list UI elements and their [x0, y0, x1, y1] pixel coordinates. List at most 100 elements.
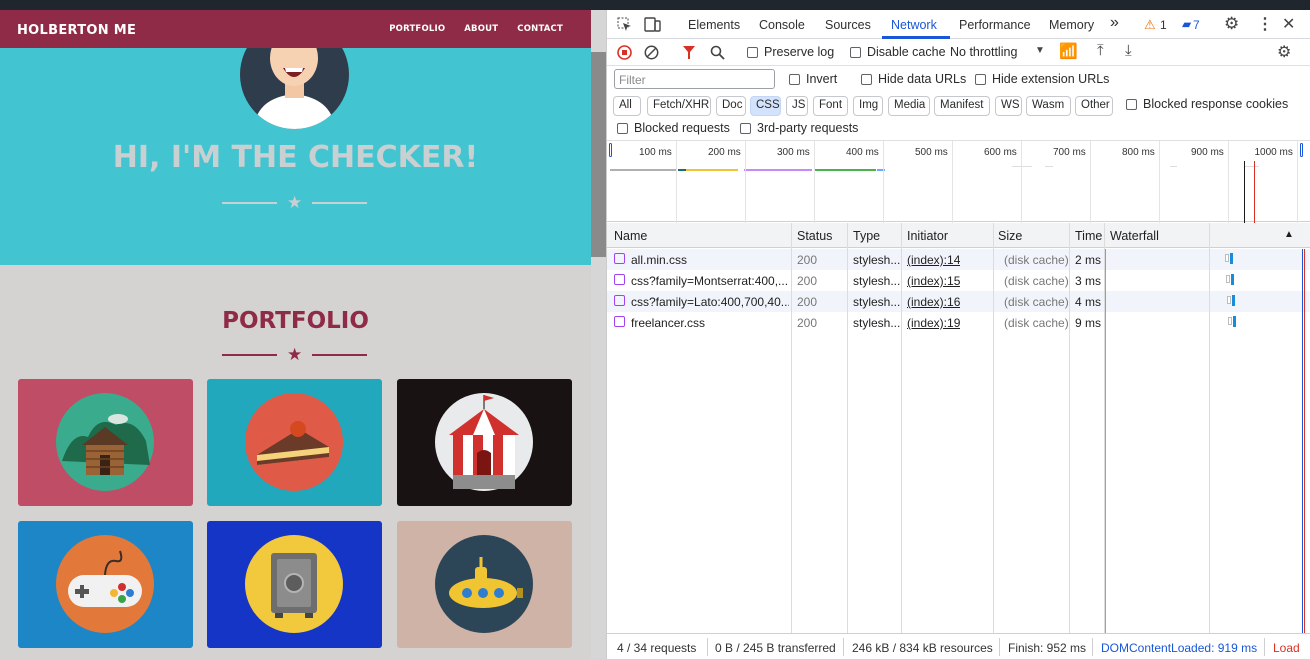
throttling-select[interactable]: No throttling [950, 45, 1017, 59]
message-count[interactable]: 7 [1193, 18, 1200, 32]
portfolio-item-game-controller[interactable] [18, 521, 193, 648]
close-devtools-icon[interactable]: ✕ [1282, 14, 1295, 34]
timeline-tick-label: 100 ms [639, 147, 672, 158]
kebab-menu-icon[interactable]: ⋮ [1257, 14, 1273, 34]
timeline-gridline [883, 141, 884, 223]
message-icon[interactable]: ▰ [1182, 17, 1191, 31]
hide-extension-urls-checkbox[interactable] [975, 73, 986, 87]
filter-chip-wasm[interactable]: Wasm [1026, 96, 1071, 116]
inspect-element-icon[interactable] [617, 17, 632, 32]
filter-chip-font[interactable]: Font [813, 96, 848, 116]
blocked-requests-checkbox[interactable] [617, 122, 628, 136]
nav-contact-link[interactable]: CONTACT [517, 24, 563, 34]
blocked-response-cookies-checkbox[interactable] [1126, 98, 1137, 112]
col-size[interactable]: Size [998, 229, 1022, 243]
request-initiator-link[interactable]: (index):15 [907, 274, 960, 288]
settings-gear-icon[interactable]: ⚙ [1224, 14, 1239, 34]
device-toolbar-icon[interactable] [644, 17, 661, 32]
filter-chip-js[interactable]: JS [786, 96, 808, 116]
timeline-gridline [1021, 141, 1022, 223]
chevron-down-icon[interactable]: ▼ [1035, 45, 1045, 56]
request-name[interactable]: freelancer.css [631, 316, 789, 330]
search-icon[interactable] [710, 45, 725, 60]
tab-memory[interactable]: Memory [1049, 18, 1094, 32]
clear-log-icon[interactable] [644, 45, 659, 60]
request-time: 9 ms [1075, 316, 1102, 330]
table-row[interactable]: css?family=Lato:400,700,40... 200 stylesh.… [607, 291, 1310, 312]
timeline-tick-label: 1000 ms [1254, 147, 1293, 158]
portfolio-item-cake[interactable] [207, 379, 382, 506]
dom-content-loaded-time: DOMContentLoaded: 919 ms [1101, 641, 1258, 655]
col-waterfall[interactable]: Waterfall [1110, 229, 1159, 243]
filter-chip-doc[interactable]: Doc [716, 96, 746, 116]
portfolio-item-cabin[interactable] [18, 379, 193, 506]
timeline-range-handle-right[interactable] [1300, 143, 1303, 157]
invert-checkbox[interactable] [789, 73, 800, 87]
tab-console[interactable]: Console [759, 18, 805, 32]
filter-chip-ws[interactable]: WS [995, 96, 1022, 116]
table-row[interactable]: all.min.css 200 stylesh... (index):14 (disk … [607, 249, 1310, 270]
portfolio-item-circus[interactable] [397, 379, 572, 506]
request-name[interactable]: all.min.css [631, 253, 789, 267]
table-row[interactable]: freelancer.css 200 stylesh... (index):19 (di… [607, 312, 1310, 333]
portfolio-item-safe[interactable] [207, 521, 382, 648]
filter-funnel-icon[interactable] [682, 45, 696, 60]
filter-chip-all[interactable]: All [613, 96, 641, 116]
filter-chip-css[interactable]: CSS [750, 96, 781, 116]
export-har-icon[interactable]: ⤓ [1125, 42, 1132, 59]
tab-sources[interactable]: Sources [825, 18, 871, 32]
submarine-icon [435, 535, 533, 633]
col-initiator[interactable]: Initiator [907, 229, 948, 243]
request-initiator-link[interactable]: (index):16 [907, 295, 960, 309]
request-name[interactable]: css?family=Montserrat:400,... [631, 274, 789, 288]
cake-icon [245, 393, 343, 491]
third-party-checkbox[interactable] [740, 122, 751, 136]
timeline-tick-label: 200 ms [708, 147, 741, 158]
filter-chip-manifest[interactable]: Manifest [934, 96, 990, 116]
portfolio-item-submarine[interactable] [397, 521, 572, 648]
network-settings-gear-icon[interactable]: ⚙ [1277, 42, 1291, 62]
table-row[interactable]: css?family=Montserrat:400,... 200 stylesh.… [607, 270, 1310, 291]
col-type[interactable]: Type [853, 229, 880, 243]
nav-portfolio-link[interactable]: PORTFOLIO [389, 24, 445, 34]
blocked-requests-label: Blocked requests [634, 121, 730, 135]
network-status-bar: 4 / 34 requests 0 B / 245 B transferred … [607, 633, 1310, 659]
request-name[interactable]: css?family=Lato:400,700,40... [631, 295, 789, 309]
warning-icon[interactable]: ⚠ [1144, 17, 1156, 33]
col-name[interactable]: Name [614, 229, 647, 243]
filter-chip-other[interactable]: Other [1075, 96, 1113, 116]
window-top-strip [0, 0, 1310, 10]
preserve-log-checkbox[interactable] [747, 46, 758, 60]
filter-input[interactable]: Filter [614, 69, 775, 89]
filter-chip-media[interactable]: Media [888, 96, 930, 116]
tab-performance[interactable]: Performance [959, 18, 1031, 32]
sort-ascending-icon[interactable]: ▲ [1284, 229, 1294, 240]
network-overview-timeline[interactable]: 100 ms 200 ms 300 ms 400 ms 500 ms 600 ms 700 … [607, 140, 1310, 223]
filter-chip-img[interactable]: Img [853, 96, 883, 116]
page-scrollbar-thumb[interactable] [591, 52, 606, 257]
warning-count[interactable]: 1 [1160, 18, 1167, 32]
request-time: 4 ms [1075, 295, 1102, 309]
timeline-tick-label: 500 ms [915, 147, 948, 158]
request-initiator-link[interactable]: (index):14 [907, 253, 960, 267]
disable-cache-checkbox[interactable] [850, 46, 861, 60]
tab-elements[interactable]: Elements [688, 18, 740, 32]
hide-data-urls-checkbox[interactable] [861, 73, 872, 87]
col-time[interactable]: Time [1075, 229, 1102, 243]
tab-network[interactable]: Network [891, 18, 937, 32]
brand-link[interactable]: HOLBERTON ME [17, 23, 136, 38]
nav-about-link[interactable]: ABOUT [464, 24, 498, 34]
page-viewport: HOLBERTON ME PORTFOLIO ABOUT CONTACT HI,… [0, 10, 591, 659]
record-stop-icon[interactable] [617, 45, 632, 60]
request-initiator-link[interactable]: (index):19 [907, 316, 960, 330]
more-tabs-icon[interactable]: » [1110, 14, 1119, 32]
import-har-icon[interactable]: ⤒ [1097, 42, 1104, 59]
request-size: (disk cache) [1004, 253, 1069, 267]
waterfall-queue-bar [1227, 296, 1231, 304]
timeline-range-handle-left[interactable] [609, 143, 612, 157]
filter-chip-fetch-xhr[interactable]: Fetch/XHR [647, 96, 711, 116]
portfolio-divider: ★ [222, 346, 368, 363]
request-type: stylesh... [853, 316, 901, 330]
col-status[interactable]: Status [797, 229, 832, 243]
network-conditions-icon[interactable]: 📶 [1059, 42, 1078, 60]
